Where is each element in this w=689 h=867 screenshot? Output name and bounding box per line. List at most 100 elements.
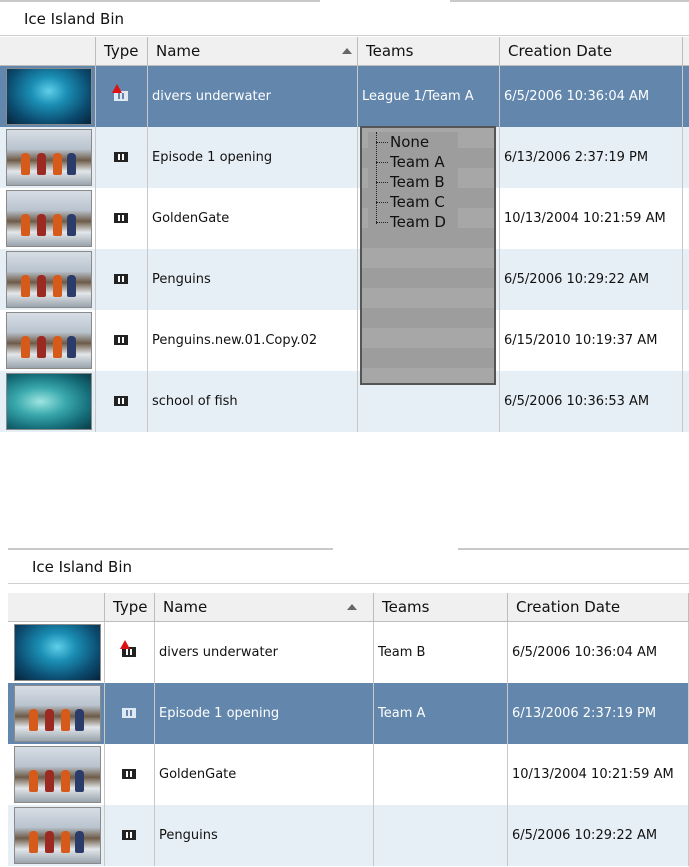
bin-row[interactable]: GoldenGate 10/13/2004 10:21:59 AM [8, 744, 689, 805]
creation-date-column-header[interactable]: Creation Date [500, 37, 683, 65]
bin-grid: Type Name Teams Creation Date divers und… [0, 37, 689, 436]
type-cell [105, 622, 155, 683]
figure [75, 770, 84, 792]
bin-row[interactable]: school of fish 6/5/2006 10:36:53 AM [0, 371, 689, 432]
thumbnail-cell [8, 683, 105, 744]
thumbnail-cell [0, 371, 96, 432]
teams-cell[interactable] [374, 744, 508, 805]
clip-thumbnail[interactable] [6, 129, 92, 186]
bin-row[interactable]: Penguins 6/5/2006 10:29:22 AM [0, 249, 689, 310]
bin-panel-bottom: Ice Island Bin Type Name Teams Creation … [8, 548, 689, 867]
type-cell [96, 188, 148, 249]
creation-date-column-header[interactable]: Creation Date [508, 593, 689, 621]
clip-thumbnail[interactable] [14, 685, 101, 742]
name-cell[interactable]: divers underwater [148, 66, 358, 127]
creation-date-cell: 6/5/2006 10:36:53 AM [500, 371, 683, 432]
clip-thumbnail[interactable] [6, 190, 92, 247]
name-cell[interactable]: divers underwater [155, 622, 374, 683]
bin-row[interactable]: Penguins.new.01.Copy.02 6/15/2010 10:19:3… [0, 310, 689, 371]
figure [37, 153, 46, 175]
figure [67, 214, 76, 236]
figure [61, 709, 70, 731]
sort-ascending-icon [347, 604, 357, 610]
thumbnail-cell [8, 744, 105, 805]
dropdown-option-team-d[interactable]: Team D [390, 212, 446, 232]
teams-column-header[interactable]: Teams [358, 37, 500, 65]
tree-line [376, 132, 377, 224]
figure [53, 275, 62, 297]
name-cell[interactable]: Penguins.new.01.Copy.02 [148, 310, 358, 371]
thumb-column-header[interactable] [0, 37, 96, 65]
tree-tick [376, 182, 388, 183]
teams-cell[interactable] [374, 805, 508, 866]
bin-panel-top: Ice Island Bin Type Name Teams Creation … [0, 0, 689, 436]
name-cell[interactable]: Penguins [155, 805, 374, 866]
figure [67, 153, 76, 175]
teams-cell[interactable]: League 1/Team A [358, 66, 500, 127]
figure [67, 336, 76, 358]
type-column-header[interactable]: Type [105, 593, 155, 621]
figure [67, 275, 76, 297]
clip-thumbnail[interactable] [6, 251, 92, 308]
bin-title: Ice Island Bin [8, 551, 689, 584]
name-cell[interactable]: GoldenGate [155, 744, 374, 805]
clip-thumbnail[interactable] [14, 624, 101, 681]
window-edge [450, 0, 689, 2]
clip-thumbnail[interactable] [6, 312, 92, 369]
bin-row[interactable]: GoldenGate 10/13/2004 10:21:59 AM [0, 188, 689, 249]
thumbnail-cell [8, 622, 105, 683]
bin-grid: Type Name Teams Creation Date divers und… [8, 593, 689, 867]
thumbnail-cell [0, 127, 96, 188]
name-column-header[interactable]: Name [155, 593, 374, 621]
figure [37, 336, 46, 358]
figure [21, 214, 30, 236]
team-dropdown-list[interactable]: None Team A Team B Team C Team D [360, 126, 496, 385]
clip-thumbnail[interactable] [6, 373, 92, 430]
type-cell [105, 683, 155, 744]
teams-column-header[interactable]: Teams [374, 593, 508, 621]
dropdown-option-team-a[interactable]: Team A [390, 152, 445, 172]
type-column-header[interactable]: Type [96, 37, 148, 65]
window-edge [458, 548, 689, 550]
teams-cell[interactable]: Team A [374, 683, 508, 744]
type-cell [105, 744, 155, 805]
name-cell[interactable]: Episode 1 opening [155, 683, 374, 744]
name-cell[interactable]: GoldenGate [148, 188, 358, 249]
dropdown-option-none[interactable]: None [390, 132, 429, 152]
type-cell [96, 249, 148, 310]
name-cell[interactable]: school of fish [148, 371, 358, 432]
type-cell [105, 805, 155, 866]
flag-icon [120, 640, 130, 649]
figure [53, 214, 62, 236]
clip-thumbnail[interactable] [14, 746, 101, 803]
figure [61, 770, 70, 792]
name-column-header[interactable]: Name [148, 37, 358, 65]
figure [29, 770, 38, 792]
name-cell[interactable]: Penguins [148, 249, 358, 310]
figure [75, 709, 84, 731]
clip-thumbnail[interactable] [14, 807, 101, 864]
name-cell[interactable]: Episode 1 opening [148, 127, 358, 188]
bin-title: Ice Island Bin [0, 3, 689, 36]
dropdown-option-team-c[interactable]: Team C [390, 192, 445, 212]
clip-thumbnail[interactable] [6, 68, 92, 125]
window-edge [0, 0, 320, 2]
clip-icon [114, 274, 128, 284]
tree-tick [376, 222, 388, 223]
bin-row[interactable]: Episode 1 opening 6/13/2006 2:37:19 PM [0, 127, 689, 188]
figure [45, 770, 54, 792]
bin-row[interactable]: divers underwater Team B 6/5/2006 10:36:04… [8, 622, 689, 683]
dropdown-option-team-b[interactable]: Team B [390, 172, 445, 192]
figure [29, 709, 38, 731]
figure [21, 336, 30, 358]
teams-cell[interactable]: Team B [374, 622, 508, 683]
bin-row[interactable]: Episode 1 opening Team A 6/13/2006 2:37:19… [8, 683, 689, 744]
bin-row[interactable]: divers underwater League 1/Team A 6/5/2006… [0, 66, 689, 127]
figure [45, 831, 54, 853]
figure [37, 275, 46, 297]
bin-row[interactable]: Penguins 6/5/2006 10:29:22 AM [8, 805, 689, 866]
column-header-row: Type Name Teams Creation Date [8, 593, 689, 622]
creation-date-cell: 6/15/2010 10:19:37 AM [500, 310, 683, 371]
thumb-column-header[interactable] [8, 593, 105, 621]
tree-tick [376, 162, 388, 163]
